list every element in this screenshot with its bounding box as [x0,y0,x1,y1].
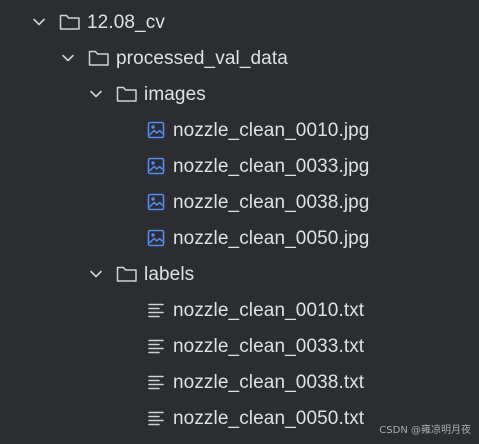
tree-file-text[interactable]: nozzle_clean_0010.txt [0,292,479,328]
folder-label: images [144,83,206,105]
folder-icon [59,12,81,32]
tree-file-image[interactable]: nozzle_clean_0033.jpg [0,148,479,184]
chevron-down-icon[interactable] [60,50,76,66]
text-file-icon [145,300,167,320]
file-label: nozzle_clean_0038.jpg [173,191,370,213]
tree-node-root-folder[interactable]: 12.08_cv [0,4,479,40]
tree-node-images-folder[interactable]: images [0,76,479,112]
tree-node-labels-folder[interactable]: labels [0,256,479,292]
text-file-icon [145,408,167,428]
image-file-icon [145,156,167,176]
file-label: nozzle_clean_0033.txt [173,335,365,357]
folder-label: labels [144,263,195,285]
file-label: nozzle_clean_0050.jpg [173,227,370,249]
project-tree: 12.08_cv processed_val_data images nozzl… [0,0,479,444]
chevron-down-icon[interactable] [88,266,104,282]
tree-file-image[interactable]: nozzle_clean_0010.jpg [0,112,479,148]
folder-icon [116,264,138,284]
text-file-icon [145,336,167,356]
tree-file-image[interactable]: nozzle_clean_0050.jpg [0,220,479,256]
tree-node-processed-folder[interactable]: processed_val_data [0,40,479,76]
tree-file-image[interactable]: nozzle_clean_0038.jpg [0,184,479,220]
folder-icon [88,48,110,68]
watermark: CSDN @雍凉明月夜 [379,425,471,436]
file-label: nozzle_clean_0010.txt [173,299,365,321]
folder-label: processed_val_data [116,47,288,69]
tree-file-text[interactable]: nozzle_clean_0033.txt [0,328,479,364]
text-file-icon [145,372,167,392]
image-file-icon [145,228,167,248]
file-label: nozzle_clean_0038.txt [173,371,365,393]
chevron-down-icon[interactable] [31,14,47,30]
file-label: nozzle_clean_0010.jpg [173,119,370,141]
file-label: nozzle_clean_0033.jpg [173,155,370,177]
image-file-icon [145,120,167,140]
file-label: nozzle_clean_0050.txt [173,407,365,429]
folder-label: 12.08_cv [87,11,165,33]
tree-file-text[interactable]: nozzle_clean_0038.txt [0,364,479,400]
folder-icon [116,84,138,104]
chevron-down-icon[interactable] [88,86,104,102]
image-file-icon [145,192,167,212]
